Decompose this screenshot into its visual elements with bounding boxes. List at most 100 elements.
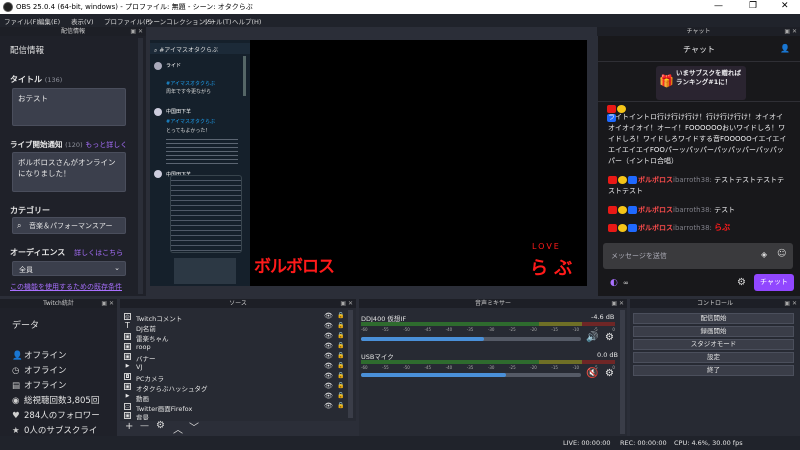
meter-tick: -60	[361, 327, 368, 332]
move-source-up-button[interactable]: ︿	[173, 421, 183, 436]
twitch-stats-tab[interactable]: データ	[12, 318, 39, 331]
bits-icon[interactable]: ◈	[761, 250, 767, 259]
dock-close-icon[interactable]: ▣ ✕	[611, 299, 624, 308]
source-item[interactable]: T DJ名前 👁 🔒	[122, 322, 350, 334]
lock-icon[interactable]: 🔒	[337, 312, 344, 319]
mixer-scrollbar[interactable]	[620, 310, 625, 434]
channel-points-icon[interactable]: ◐	[610, 278, 618, 288]
visibility-eye-icon[interactable]: 👁	[324, 372, 333, 380]
chat-send-button[interactable]: チャット	[754, 274, 794, 291]
source-item[interactable]: ▣ バナー 👁 🔒	[122, 352, 350, 363]
lock-icon[interactable]: 🔒	[337, 332, 344, 339]
start-streaming-button[interactable]: 配信開始	[633, 313, 794, 324]
volume-meter	[361, 360, 615, 364]
dock-close-icon[interactable]: ▣ ✕	[340, 299, 353, 308]
lock-icon[interactable]: 🔒	[337, 402, 344, 409]
chat-input[interactable]: メッセージを送信 ◈ ☺	[603, 243, 793, 269]
studio-mode-button[interactable]: スタジオモード	[633, 339, 794, 350]
close-icon[interactable]: ✕	[781, 1, 789, 11]
dock-close-icon[interactable]: ▣ ✕	[784, 27, 797, 36]
add-source-button[interactable]: +	[125, 421, 133, 432]
exit-button[interactable]: 終了	[633, 365, 794, 376]
visibility-eye-icon[interactable]: 👁	[324, 352, 333, 360]
source-item[interactable]: ▣ roop 👁 🔒	[122, 342, 350, 352]
tweet-name: 中国田下羊	[166, 109, 192, 115]
volume-slider-track[interactable]	[361, 337, 581, 341]
visibility-eye-icon[interactable]: 👁	[324, 322, 333, 330]
menu-tools[interactable]: ツール(T)	[203, 16, 232, 26]
visibility-eye-icon[interactable]: 👁	[324, 332, 333, 340]
visibility-eye-icon[interactable]: 👁	[324, 312, 333, 320]
muted-speaker-icon[interactable]: 🔇	[586, 368, 598, 379]
lock-icon[interactable]: 🔒	[337, 382, 344, 389]
mixer-panel: DDJ400 仮想IF -4.6 dB -60 -55 -50 -45 -40 -35 -3…	[359, 308, 627, 436]
source-item[interactable]: ▶ VJ 👁 🔒	[122, 362, 350, 372]
chat-username[interactable]: ボルボロス	[638, 176, 673, 184]
audience-learn-more-link[interactable]: 詳しくはこちら	[74, 249, 123, 257]
lock-icon[interactable]: 🔒	[337, 342, 344, 349]
dock-close-icon[interactable]: ▣ ✕	[101, 299, 114, 308]
calendar-icon: ▤	[12, 381, 21, 391]
menu-edit[interactable]: 編集(E)	[38, 16, 60, 26]
move-source-down-button[interactable]: ﹀	[189, 419, 199, 434]
chat-login: ibarroth38	[673, 224, 710, 232]
visibility-eye-icon[interactable]: 👁	[324, 342, 333, 350]
lock-icon[interactable]: 🔒	[337, 372, 344, 379]
meter-tick: -15	[551, 365, 558, 370]
play-icon: ▶	[125, 363, 130, 369]
minimize-icon[interactable]: —	[714, 1, 723, 11]
source-item[interactable]: ◎ Twitchコメント 👁 🔒	[122, 312, 350, 323]
chat-username[interactable]: ボルボロス	[638, 224, 673, 232]
category-input[interactable]: ⌕ 音楽＆パフォーマンスアー	[12, 217, 126, 234]
promo-banner[interactable]: 🎁 いまサブスクを贈ればランキング#1に！	[656, 66, 746, 100]
preview-canvas[interactable]: ⌕ #アイマスオタクらぶ ライド #アイマスオタクらぶ 周年です今更ながら 中国…	[150, 40, 587, 286]
stream-info-scrollbar[interactable]	[138, 38, 143, 294]
visibility-eye-icon[interactable]: 👁	[324, 362, 333, 370]
audience-select[interactable]: 全員 ⌄	[12, 261, 126, 276]
sources-scrollbar[interactable]	[348, 310, 353, 418]
dock-close-icon[interactable]: ▣ ✕	[130, 27, 143, 36]
lock-icon[interactable]: 🔒	[337, 392, 344, 399]
source-item[interactable]: ▣ 背景	[122, 411, 350, 420]
meter-tick: -40	[445, 327, 453, 332]
menu-help[interactable]: ヘルプ(H)	[232, 16, 261, 26]
chat-settings-gear-icon[interactable]: ⚙	[737, 277, 746, 288]
settings-button[interactable]: 設定	[633, 352, 794, 363]
controls-dock-header: コントロール ▣ ✕	[630, 299, 800, 308]
title-input[interactable]: おテスト	[12, 88, 126, 126]
mixer-gear-icon[interactable]: ⚙	[605, 368, 614, 379]
user-list-icon[interactable]: 👤	[780, 44, 790, 53]
lock-icon[interactable]: 🔒	[337, 352, 344, 359]
gift-icon: 🎁	[659, 74, 674, 88]
notify-input[interactable]: ボルボロスさんがオンラインになりました！	[12, 152, 126, 192]
menu-profile[interactable]: プロファイル(P)	[104, 16, 152, 26]
visibility-eye-icon[interactable]: 👁	[324, 402, 333, 410]
chat-message: ボルボロスibarroth38: テストテストテストテストテスト	[608, 176, 785, 195]
notify-learn-more-link[interactable]: もっと詳しく	[85, 141, 127, 149]
notify-label: ライブ開始通知 (120) もっと詳しく	[10, 139, 127, 150]
visibility-eye-icon[interactable]: 👁	[324, 382, 333, 390]
source-properties-gear-icon[interactable]: ⚙	[156, 420, 165, 431]
volume-slider-track[interactable]	[361, 373, 581, 377]
chat-username[interactable]: ボルボロス	[638, 206, 673, 214]
source-item[interactable]: ▣ オタクらぶハッシュタグ 👁 🔒	[122, 382, 350, 393]
emote-picker-icon[interactable]: ☺	[777, 249, 786, 259]
source-item[interactable]: ▶ 動画 👁 🔒	[122, 392, 350, 403]
visibility-eye-icon[interactable]: 👁	[324, 392, 333, 400]
audience-footer-link[interactable]: この機能を使用するための既存条件	[10, 282, 122, 292]
start-recording-button[interactable]: 録画開始	[633, 326, 794, 337]
maximize-icon[interactable]: ❐	[749, 1, 757, 11]
title-label: タイトル (136)	[10, 74, 62, 85]
stat-row: ◷ オフライン	[12, 364, 67, 376]
remove-source-button[interactable]: —	[140, 421, 149, 431]
lock-icon[interactable]: 🔒	[337, 362, 344, 369]
menu-view[interactable]: 表示(V)	[71, 16, 94, 26]
menu-file[interactable]: ファイル(F)	[4, 16, 39, 26]
speaker-icon[interactable]: 🔊	[586, 332, 598, 343]
source-item[interactable]: ▣ 雷楽ちゃん 👁 🔒	[122, 332, 350, 343]
lock-icon[interactable]: 🔒	[337, 322, 344, 329]
tweet-header: ⌕ #アイマスオタクらぶ	[150, 43, 250, 54]
source-item[interactable]: ◘ PCカメラ 👁 🔒	[122, 372, 350, 383]
dock-close-icon[interactable]: ▣ ✕	[784, 299, 797, 308]
mixer-gear-icon[interactable]: ⚙	[605, 332, 614, 343]
